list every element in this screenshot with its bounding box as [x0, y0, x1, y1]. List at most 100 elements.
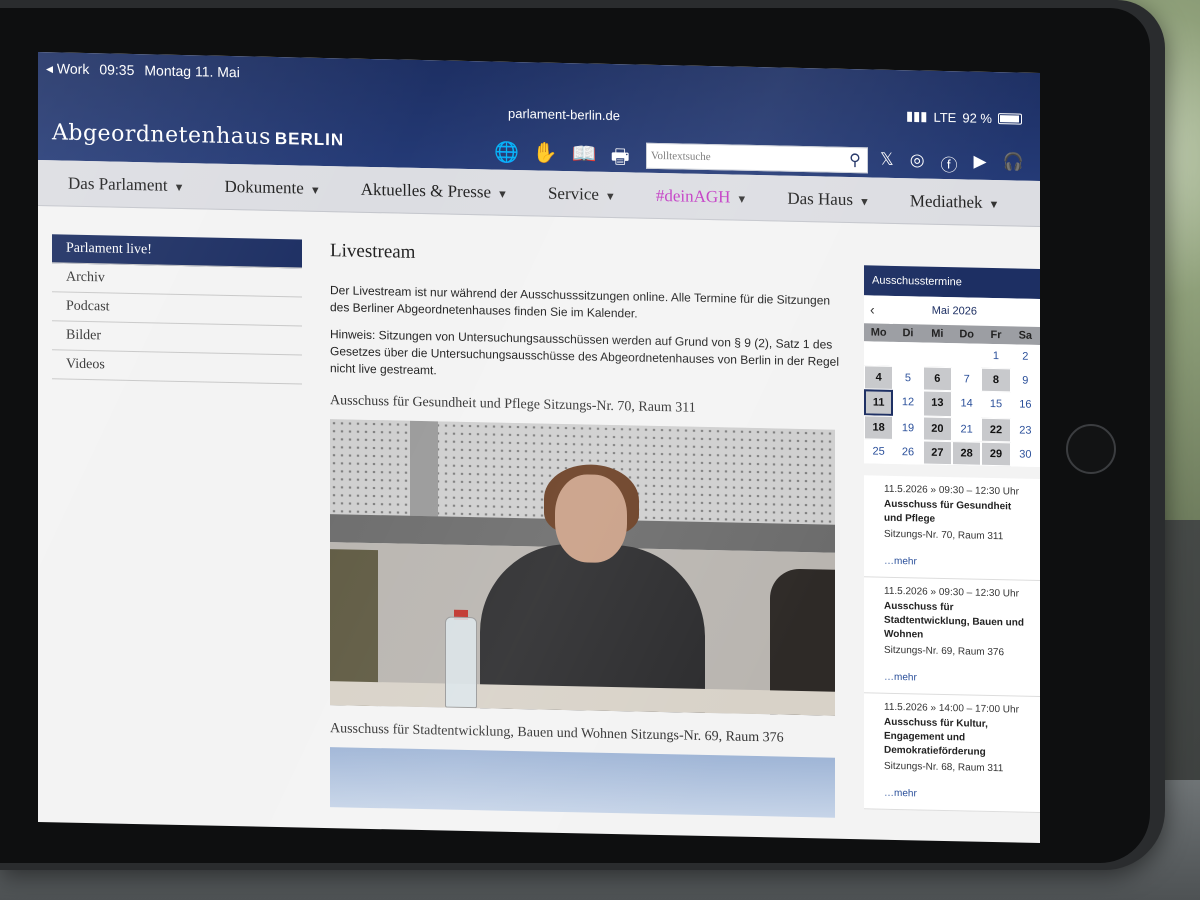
stream-1-title: Ausschuss für Gesundheit und Pflege Sitz…: [330, 393, 696, 416]
podcast-icon[interactable]: 🎧: [1003, 152, 1024, 177]
social-icons: 𝕏 ◎ ⓕ ▶ 🎧: [880, 150, 1024, 178]
calendar-day[interactable]: 8: [981, 367, 1011, 393]
calendar-weekday: Di: [893, 323, 923, 343]
calendar-day[interactable]: 12: [893, 389, 923, 417]
calendar-day[interactable]: 5: [893, 365, 923, 391]
back-to-app-link[interactable]: ◂ Work: [46, 60, 89, 78]
calendar-weekday: Fr: [981, 325, 1011, 345]
calendar-empty-cell: [952, 343, 982, 368]
calendar-day[interactable]: 14: [952, 391, 982, 418]
calendar-day[interactable]: 11: [864, 389, 894, 416]
nav-label: Aktuelles & Presse: [360, 179, 492, 201]
signal-icon: ▮▮▮: [906, 108, 928, 124]
event-more-link[interactable]: …mehr: [884, 672, 1030, 686]
event-more-link[interactable]: …mehr: [884, 788, 1030, 802]
event-time: 11.5.2026 » 09:30 – 12:30 Uhr: [884, 483, 1019, 498]
calendar-day[interactable]: 1: [981, 343, 1011, 369]
calendar-grid: Mo Di Mi Do Fr Sa 1 2 4 5 6 7 8 9 11 12 13 14 15 16 18 19 20 21…: [864, 323, 1040, 467]
calendar-panel: Ausschusstermine ‹ Mai 2026 Mo Di Mi Do Fr Sa…: [864, 265, 1040, 813]
facebook-icon[interactable]: ⓕ: [941, 151, 958, 176]
status-right: ▮▮▮ LTE 92 %: [906, 108, 1022, 126]
livestream-video-1[interactable]: [330, 419, 835, 716]
hint-text: Hinweis: Sitzungen von Untersuchungsauss…: [330, 327, 839, 378]
calendar-day[interactable]: 9: [1010, 368, 1040, 393]
nav-das-haus[interactable]: Das Haus ▼: [787, 188, 870, 210]
chevron-down-icon: ▼: [858, 195, 870, 208]
nav-label: Mediathek: [909, 190, 983, 212]
home-button[interactable]: [1066, 424, 1116, 474]
nav-mediathek[interactable]: Mediathek ▼: [910, 191, 1000, 213]
nav-label: Service: [547, 183, 599, 204]
address-bar[interactable]: parlament-berlin.de: [508, 106, 620, 123]
calendar-empty-cell: [893, 341, 923, 367]
nav-das-parlament[interactable]: Das Parlament ▼: [68, 173, 185, 195]
calendar-day[interactable]: 23: [1010, 418, 1040, 443]
search-input[interactable]: [647, 149, 843, 166]
nav-dokumente[interactable]: Dokumente ▼: [225, 176, 321, 198]
status-bar: ◂ Work 09:35 Montag 11. Mai: [46, 60, 240, 81]
event-item: 11.5.2026 » 14:00 – 17:00 Uhr Ausschuss f…: [864, 693, 1040, 813]
calendar-heading: Ausschusstermine: [864, 265, 1040, 299]
calendar-day[interactable]: 21: [952, 417, 982, 442]
nav-label: Dokumente: [224, 176, 304, 198]
page-title: Livestream: [330, 240, 416, 263]
battery-percent: 92 %: [962, 109, 992, 126]
calendar-day[interactable]: 26: [893, 439, 923, 465]
chevron-down-icon: ▼: [736, 193, 748, 206]
youtube-icon[interactable]: ▶: [974, 152, 987, 177]
status-time: 09:35: [99, 61, 135, 79]
signal-label: LTE: [933, 109, 957, 125]
livestream-video-2[interactable]: [330, 747, 835, 818]
calendar-month: Mai 2026: [931, 304, 977, 318]
nav-aktuelles-presse[interactable]: Aktuelles & Presse ▼: [361, 179, 508, 202]
calendar-day[interactable]: 7: [952, 367, 982, 392]
calendar-weekday: Mi: [922, 324, 952, 344]
calendar-day[interactable]: 30: [1010, 442, 1040, 467]
tablet-device: ◂ Work 09:35 Montag 11. Mai ▮▮▮ LTE 92 %…: [0, 0, 1165, 870]
calendar-day[interactable]: 27: [922, 440, 952, 466]
calendar-day[interactable]: 22: [981, 417, 1011, 443]
event-list: 11.5.2026 » 09:30 – 12:30 Uhr Ausschuss f…: [864, 475, 1040, 813]
event-name[interactable]: Ausschuss für Gesundheit und Pflege: [884, 498, 1030, 529]
event-time: 11.5.2026 » 09:30 – 12:30 Uhr: [884, 585, 1019, 600]
calendar-day[interactable]: 15: [981, 391, 1011, 419]
event-item: 11.5.2026 » 09:30 – 12:30 Uhr Ausschuss f…: [864, 475, 1040, 581]
calendar-day[interactable]: 28: [952, 441, 982, 466]
calendar-day[interactable]: 20: [922, 416, 952, 442]
logo-city: BERLIN: [274, 128, 345, 150]
calendar-day[interactable]: 4: [864, 365, 894, 390]
calendar-day[interactable]: 13: [922, 390, 952, 418]
video-water-bottle: [445, 616, 477, 709]
calendar-day[interactable]: 19: [893, 415, 923, 441]
event-name[interactable]: Ausschuss für Stadtentwicklung, Bauen un…: [884, 600, 1030, 645]
chevron-left-icon[interactable]: ‹: [870, 301, 875, 317]
sidebar-item-videos[interactable]: Videos: [52, 350, 302, 385]
main-content: Livestream Der Livestream ist nur währen…: [330, 240, 840, 818]
tablet-screen: ◂ Work 09:35 Montag 11. Mai ▮▮▮ LTE 92 %…: [38, 52, 1040, 843]
calendar-day[interactable]: 18: [864, 415, 894, 440]
event-item: 11.5.2026 » 09:30 – 12:30 Uhr Ausschuss f…: [864, 577, 1040, 697]
event-more-link[interactable]: …mehr: [884, 556, 1030, 570]
stream-2-title: Ausschuss für Stadtentwicklung, Bauen un…: [330, 721, 784, 746]
calendar-day[interactable]: 25: [864, 439, 894, 464]
search-icon[interactable]: ⚲: [843, 150, 867, 171]
chevron-down-icon: ▼: [988, 198, 1000, 211]
site-logo[interactable]: Abgeordnetenhaus BERLIN: [52, 120, 344, 151]
nav-label: Das Haus: [787, 188, 853, 209]
event-room: Sitzungs-Nr. 70, Raum 311: [884, 528, 1004, 543]
calendar-day[interactable]: 29: [981, 441, 1011, 467]
calendar-day[interactable]: 2: [1010, 344, 1040, 369]
instagram-icon[interactable]: ◎: [910, 150, 925, 175]
status-date: Montag 11. Mai: [144, 62, 240, 81]
sidebar-menu: Parlament live! Archiv Podcast Bilder Vi…: [52, 234, 302, 385]
event-name[interactable]: Ausschuss für Kultur, Engagement und Dem…: [884, 716, 1030, 761]
nav-service[interactable]: Service ▼: [548, 183, 616, 204]
intro-text: Der Livestream ist nur während der Aussc…: [330, 283, 831, 321]
calendar-day[interactable]: 16: [1010, 392, 1040, 419]
nav-label: Das Parlament: [68, 173, 168, 195]
nav-dein-agh[interactable]: #deinAGH ▼: [656, 185, 748, 207]
video-speaker-face: [555, 473, 627, 564]
calendar-day[interactable]: 6: [922, 366, 952, 392]
x-icon[interactable]: 𝕏: [880, 150, 894, 175]
calendar-weekday: Mo: [864, 323, 894, 342]
